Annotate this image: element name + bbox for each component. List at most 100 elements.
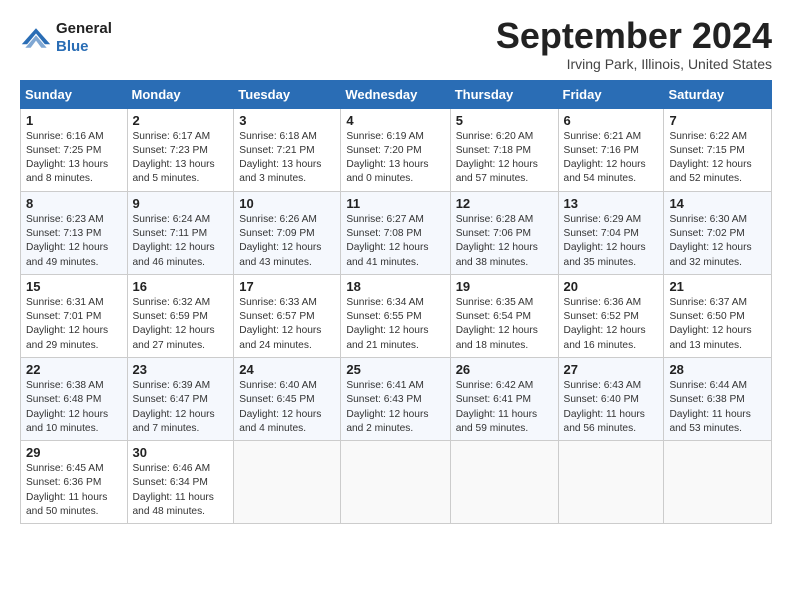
calendar-cell: 8 Sunrise: 6:23 AM Sunset: 7:13 PM Daylig…: [21, 191, 128, 274]
day-info: Sunrise: 6:23 AM Sunset: 7:13 PM Dayligh…: [26, 213, 122, 270]
day-number: 12: [456, 196, 553, 211]
calendar-cell: 13Sunrise: 6:29 AM Sunset: 7:04 PM Dayli…: [558, 191, 664, 274]
day-number: 27: [564, 362, 659, 377]
day-number: 29: [26, 445, 122, 460]
day-info: Sunrise: 6:26 AM Sunset: 7:09 PM Dayligh…: [239, 213, 335, 270]
day-info: Sunrise: 6:30 AM Sunset: 7:02 PM Dayligh…: [669, 213, 766, 270]
calendar-week-1: 1 Sunrise: 6:16 AM Sunset: 7:25 PM Daylig…: [21, 108, 772, 191]
calendar-cell: 2 Sunrise: 6:17 AM Sunset: 7:23 PM Daylig…: [127, 108, 234, 191]
day-info: Sunrise: 6:46 AM Sunset: 6:34 PM Dayligh…: [133, 462, 229, 519]
column-header-saturday: Saturday: [664, 80, 772, 108]
day-number: 10: [239, 196, 335, 211]
day-info: Sunrise: 6:22 AM Sunset: 7:15 PM Dayligh…: [669, 130, 766, 187]
day-number: 26: [456, 362, 553, 377]
calendar-cell: 3Sunrise: 6:18 AM Sunset: 7:21 PM Daylig…: [234, 108, 341, 191]
day-info: Sunrise: 6:28 AM Sunset: 7:06 PM Dayligh…: [456, 213, 553, 270]
day-number: 28: [669, 362, 766, 377]
calendar-cell: 9Sunrise: 6:24 AM Sunset: 7:11 PM Daylig…: [127, 191, 234, 274]
day-info: Sunrise: 6:45 AM Sunset: 6:36 PM Dayligh…: [26, 462, 122, 519]
calendar-cell: 6 Sunrise: 6:21 AM Sunset: 7:16 PM Daylig…: [558, 108, 664, 191]
title-section: September 2024 Irving Park, Illinois, Un…: [496, 16, 772, 72]
day-info: Sunrise: 6:27 AM Sunset: 7:08 PM Dayligh…: [346, 213, 444, 270]
logo-icon: [20, 24, 52, 52]
day-info: Sunrise: 6:32 AM Sunset: 6:59 PM Dayligh…: [133, 296, 229, 353]
calendar-cell: 30 Sunrise: 6:46 AM Sunset: 6:34 PM Dayli…: [127, 441, 234, 524]
day-info: Sunrise: 6:34 AM Sunset: 6:55 PM Dayligh…: [346, 296, 444, 353]
calendar-cell: 14 Sunrise: 6:30 AM Sunset: 7:02 PM Dayli…: [664, 191, 772, 274]
column-header-tuesday: Tuesday: [234, 80, 341, 108]
calendar-cell: 22 Sunrise: 6:38 AM Sunset: 6:48 PM Dayli…: [21, 357, 128, 440]
day-number: 13: [564, 196, 659, 211]
month-title: September 2024: [496, 16, 772, 56]
calendar-cell: 10 Sunrise: 6:26 AM Sunset: 7:09 PM Dayli…: [234, 191, 341, 274]
day-info: Sunrise: 6:17 AM Sunset: 7:23 PM Dayligh…: [133, 130, 229, 187]
day-number: 17: [239, 279, 335, 294]
logo-general: General: [56, 20, 112, 37]
day-info: Sunrise: 6:44 AM Sunset: 6:38 PM Dayligh…: [669, 379, 766, 436]
logo: General Blue: [20, 20, 112, 56]
column-header-friday: Friday: [558, 80, 664, 108]
column-header-monday: Monday: [127, 80, 234, 108]
calendar-cell: 18 Sunrise: 6:34 AM Sunset: 6:55 PM Dayli…: [341, 274, 450, 357]
calendar-cell: 26 Sunrise: 6:42 AM Sunset: 6:41 PM Dayli…: [450, 357, 558, 440]
day-info: Sunrise: 6:38 AM Sunset: 6:48 PM Dayligh…: [26, 379, 122, 436]
day-number: 30: [133, 445, 229, 460]
calendar-cell: 19 Sunrise: 6:35 AM Sunset: 6:54 PM Dayli…: [450, 274, 558, 357]
calendar-cell: 15 Sunrise: 6:31 AM Sunset: 7:01 PM Dayli…: [21, 274, 128, 357]
column-header-wednesday: Wednesday: [341, 80, 450, 108]
calendar-cell: 24Sunrise: 6:40 AM Sunset: 6:45 PM Dayli…: [234, 357, 341, 440]
day-number: 14: [669, 196, 766, 211]
day-number: 16: [133, 279, 229, 294]
day-number: 20: [564, 279, 659, 294]
day-info: Sunrise: 6:41 AM Sunset: 6:43 PM Dayligh…: [346, 379, 444, 436]
day-number: 18: [346, 279, 444, 294]
day-number: 23: [133, 362, 229, 377]
calendar-cell: 29 Sunrise: 6:45 AM Sunset: 6:36 PM Dayli…: [21, 441, 128, 524]
location-subtitle: Irving Park, Illinois, United States: [496, 56, 772, 72]
day-number: 24: [239, 362, 335, 377]
calendar-cell: 27 Sunrise: 6:43 AM Sunset: 6:40 PM Dayli…: [558, 357, 664, 440]
day-number: 15: [26, 279, 122, 294]
day-number: 22: [26, 362, 122, 377]
day-info: Sunrise: 6:21 AM Sunset: 7:16 PM Dayligh…: [564, 130, 659, 187]
day-number: 21: [669, 279, 766, 294]
day-number: 11: [346, 196, 444, 211]
calendar-cell: 28 Sunrise: 6:44 AM Sunset: 6:38 PM Dayli…: [664, 357, 772, 440]
column-header-sunday: Sunday: [21, 80, 128, 108]
day-info: Sunrise: 6:42 AM Sunset: 6:41 PM Dayligh…: [456, 379, 553, 436]
calendar-table: SundayMondayTuesdayWednesdayThursdayFrid…: [20, 80, 772, 525]
calendar-cell: 21Sunrise: 6:37 AM Sunset: 6:50 PM Dayli…: [664, 274, 772, 357]
day-info: Sunrise: 6:24 AM Sunset: 7:11 PM Dayligh…: [133, 213, 229, 270]
calendar-cell: [664, 441, 772, 524]
calendar-cell: 11 Sunrise: 6:27 AM Sunset: 7:08 PM Dayli…: [341, 191, 450, 274]
calendar-cell: 4 Sunrise: 6:19 AM Sunset: 7:20 PM Daylig…: [341, 108, 450, 191]
calendar-cell: [341, 441, 450, 524]
calendar-cell: 17Sunrise: 6:33 AM Sunset: 6:57 PM Dayli…: [234, 274, 341, 357]
day-info: Sunrise: 6:43 AM Sunset: 6:40 PM Dayligh…: [564, 379, 659, 436]
calendar-cell: 16 Sunrise: 6:32 AM Sunset: 6:59 PM Dayli…: [127, 274, 234, 357]
calendar-cell: 5 Sunrise: 6:20 AM Sunset: 7:18 PM Daylig…: [450, 108, 558, 191]
calendar-cell: 1 Sunrise: 6:16 AM Sunset: 7:25 PM Daylig…: [21, 108, 128, 191]
day-info: Sunrise: 6:36 AM Sunset: 6:52 PM Dayligh…: [564, 296, 659, 353]
column-header-thursday: Thursday: [450, 80, 558, 108]
day-number: 8: [26, 196, 122, 211]
logo-blue: Blue: [56, 38, 89, 55]
day-number: 19: [456, 279, 553, 294]
page-header: General Blue September 2024 Irving Park,…: [20, 16, 772, 72]
calendar-cell: 25 Sunrise: 6:41 AM Sunset: 6:43 PM Dayli…: [341, 357, 450, 440]
day-info: Sunrise: 6:19 AM Sunset: 7:20 PM Dayligh…: [346, 130, 444, 187]
day-info: Sunrise: 6:31 AM Sunset: 7:01 PM Dayligh…: [26, 296, 122, 353]
day-number: 1: [26, 113, 122, 128]
day-info: Sunrise: 6:20 AM Sunset: 7:18 PM Dayligh…: [456, 130, 553, 187]
day-number: 6: [564, 113, 659, 128]
day-number: 5: [456, 113, 553, 128]
day-number: 4: [346, 113, 444, 128]
calendar-cell: 20 Sunrise: 6:36 AM Sunset: 6:52 PM Dayli…: [558, 274, 664, 357]
day-number: 2: [133, 113, 229, 128]
day-info: Sunrise: 6:35 AM Sunset: 6:54 PM Dayligh…: [456, 296, 553, 353]
calendar-week-5: 29 Sunrise: 6:45 AM Sunset: 6:36 PM Dayli…: [21, 441, 772, 524]
day-info: Sunrise: 6:16 AM Sunset: 7:25 PM Dayligh…: [26, 130, 122, 187]
day-info: Sunrise: 6:39 AM Sunset: 6:47 PM Dayligh…: [133, 379, 229, 436]
day-number: 25: [346, 362, 444, 377]
day-number: 3: [239, 113, 335, 128]
